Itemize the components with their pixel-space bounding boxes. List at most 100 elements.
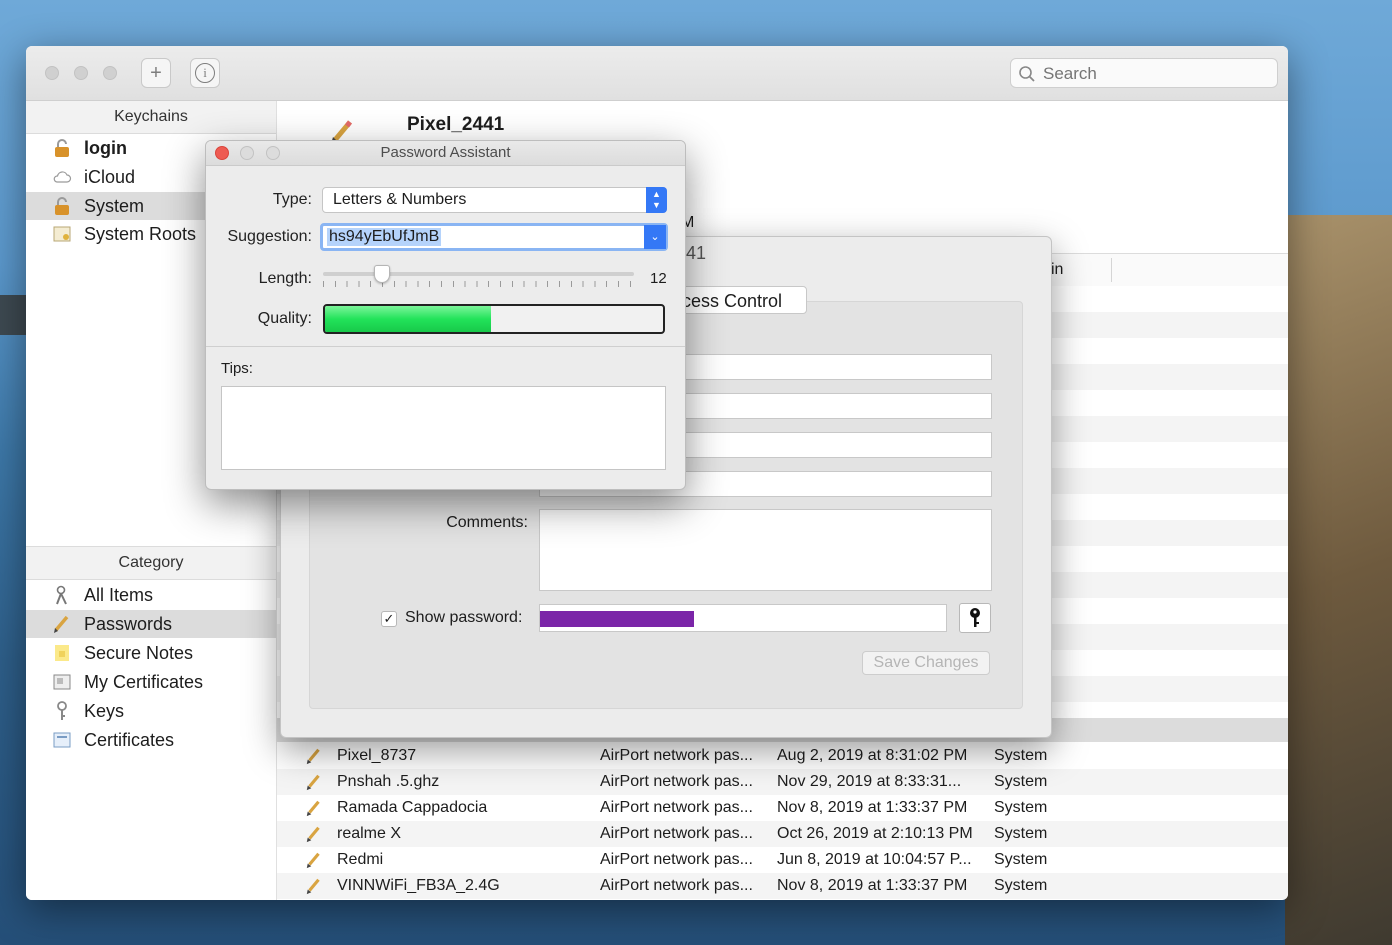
desktop-cliff-right — [1285, 215, 1392, 945]
tips-box — [221, 386, 666, 470]
comments-field[interactable] — [539, 509, 992, 591]
password-redaction — [540, 611, 694, 627]
password-assistant-window: Password Assistant Type: Letters & Numbe… — [205, 140, 686, 490]
password-assistant-button[interactable] — [959, 603, 991, 633]
minimize-window-button[interactable] — [74, 66, 88, 80]
quality-label: Quality: — [257, 310, 312, 327]
keychains-header: Keychains — [26, 101, 276, 134]
zoom-window-button[interactable] — [266, 146, 280, 160]
item-title: Pixel_2441 — [407, 114, 505, 135]
lock-icon — [55, 139, 69, 157]
row-date: Nov 8, 2019 at 1:33:37 PM — [777, 877, 968, 894]
row-date: Nov 8, 2019 at 1:33:37 PM — [777, 799, 968, 816]
search-icon — [1019, 66, 1035, 82]
chevron-down-icon[interactable]: ⌄ — [644, 225, 666, 249]
minimize-window-button[interactable] — [240, 146, 254, 160]
row-kind: AirPort network pas... — [600, 747, 753, 764]
row-name: Pixel_8737 — [337, 747, 417, 764]
row-keychain: System — [994, 851, 1048, 868]
row-keychain: System — [994, 825, 1048, 842]
table-row[interactable]: realme X AirPort network pas... Oct 26, … — [277, 821, 1288, 847]
popup-arrows-icon: ▲ ▼ — [646, 187, 667, 213]
type-popup[interactable]: Letters & Numbers ▲ ▼ — [322, 187, 667, 213]
table-row[interactable]: Ramada Cappadocia AirPort network pas...… — [277, 795, 1288, 821]
sidebar-item-certificates[interactable]: Certificates — [26, 726, 276, 754]
pencil-icon — [306, 826, 320, 843]
row-name: realme X — [337, 825, 402, 842]
row-date: Nov 29, 2019 at 8:33:31... — [777, 773, 962, 790]
keys-icon — [56, 585, 67, 605]
row-keychain: System — [994, 877, 1048, 894]
search-input[interactable] — [1041, 63, 1265, 85]
row-date: Aug 2, 2019 at 8:31:02 PM — [777, 747, 968, 764]
sidebar-item-all-items[interactable]: All Items — [26, 581, 276, 609]
key-icon — [57, 701, 67, 720]
sidebar-item-my-certificates[interactable]: My Certificates — [26, 668, 276, 696]
suggestion-combobox[interactable]: hs94yEbUfJmB ⌄ — [320, 223, 668, 251]
length-label: Length: — [258, 270, 312, 287]
slider-knob[interactable] — [374, 265, 391, 283]
row-keychain: System — [994, 799, 1048, 816]
type-value: Letters & Numbers — [333, 191, 467, 208]
add-button[interactable]: + — [141, 58, 171, 88]
lock-icon — [55, 197, 69, 215]
close-window-button[interactable] — [45, 66, 59, 80]
pencil-icon — [306, 774, 320, 791]
zoom-window-button[interactable] — [103, 66, 117, 80]
pencil-icon — [54, 615, 69, 633]
row-name: Ramada Cappadocia — [337, 799, 488, 816]
quality-fill — [325, 306, 491, 332]
table-row[interactable]: Pixel_8737 AirPort network pas... Aug 2,… — [277, 743, 1288, 769]
type-label: Type: — [272, 191, 312, 208]
row-date: Jun 8, 2019 at 10:04:57 P... — [777, 851, 972, 868]
row-kind: AirPort network pas... — [600, 773, 753, 790]
suggestion-value: hs94yEbUfJmB — [327, 228, 442, 246]
suggestion-label: Suggestion: — [227, 228, 312, 245]
cloud-icon — [53, 171, 72, 183]
info-icon: i — [195, 63, 215, 83]
plus-icon: + — [150, 61, 162, 84]
row-keychain: System — [994, 747, 1048, 764]
row-date: Oct 26, 2019 at 2:10:13 PM — [777, 825, 973, 842]
pencil-icon — [306, 852, 320, 869]
sidebar-item-keys[interactable]: Keys — [26, 697, 276, 725]
sidebar-item-secure-notes[interactable]: Secure Notes — [26, 639, 276, 667]
tab-access-control[interactable]: cess Control — [677, 286, 807, 314]
row-name: Pnshah .5.ghz — [337, 773, 440, 790]
save-changes-button[interactable]: Save Changes — [862, 651, 990, 675]
toolbar: + i — [26, 46, 1288, 101]
divider — [206, 346, 685, 347]
sidebar-item-passwords[interactable]: Passwords — [26, 610, 276, 638]
table-row[interactable]: VINNWiFi_FB3A_2.4G AirPort network pas..… — [277, 873, 1288, 899]
row-name: VINNWiFi_FB3A_2.4G — [337, 877, 500, 894]
info-button[interactable]: i — [190, 58, 220, 88]
row-keychain: System — [994, 773, 1048, 790]
password-field[interactable] — [539, 604, 947, 632]
pencil-icon — [306, 878, 320, 895]
row-kind: AirPort network pas... — [600, 799, 753, 816]
tips-label: Tips: — [221, 360, 253, 377]
desktop-cliff-left — [0, 295, 28, 335]
certificate-icon — [53, 732, 71, 748]
key-icon — [970, 608, 980, 627]
length-value: 12 — [650, 270, 667, 287]
show-password-label: Show password: — [405, 609, 523, 626]
row-name: Redmi — [337, 851, 384, 868]
certificate-icon — [53, 674, 71, 690]
row-kind: AirPort network pas... — [600, 825, 753, 842]
certificate-icon — [53, 226, 71, 242]
column-header-keychain[interactable]: in — [1051, 261, 1063, 279]
close-window-button[interactable] — [215, 146, 229, 160]
table-row[interactable]: Redmi AirPort network pas... Jun 8, 2019… — [277, 847, 1288, 873]
show-password-checkbox[interactable]: ✓ — [381, 611, 397, 627]
length-slider[interactable] — [323, 265, 634, 293]
table-row[interactable]: Pnshah .5.ghz AirPort network pas... Nov… — [277, 769, 1288, 795]
comments-label: Comments: — [446, 514, 528, 531]
pencil-icon — [306, 800, 320, 817]
pencil-icon — [306, 748, 320, 765]
note-icon — [55, 645, 69, 661]
search-field[interactable] — [1010, 58, 1278, 88]
quality-meter — [323, 304, 665, 334]
row-kind: AirPort network pas... — [600, 851, 753, 868]
slider-ticks — [323, 281, 634, 287]
